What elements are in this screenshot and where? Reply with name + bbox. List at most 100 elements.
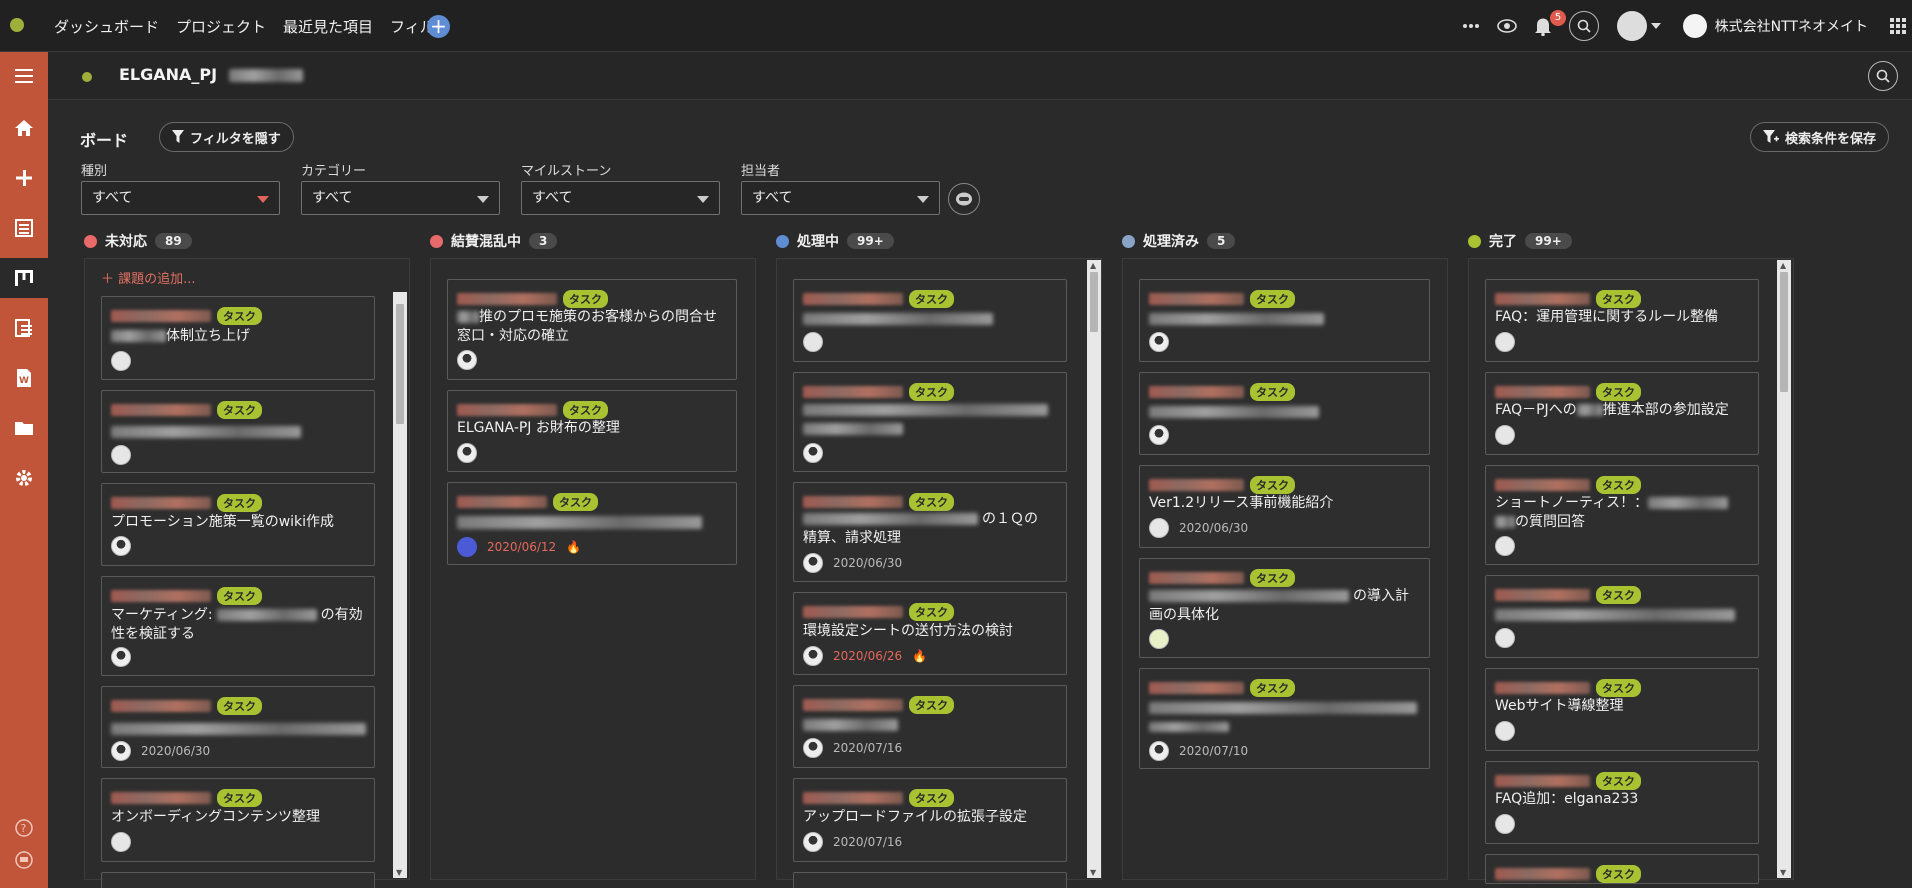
issue-card[interactable]: タスク の導入計 画の具体化	[1139, 558, 1430, 658]
issue-title: 体制立ち上げ	[166, 328, 250, 344]
filter-milestone-select[interactable]: すべて	[521, 181, 720, 215]
watch-eye-icon[interactable]	[1495, 0, 1519, 52]
settings-gear-icon[interactable]	[0, 458, 48, 498]
nav-dashboard[interactable]: ダッシュボード	[54, 16, 159, 37]
status-dot	[1468, 234, 1481, 248]
hide-filter-button[interactable]: フィルタを隠す	[159, 122, 294, 152]
due-date: 2020/07/16	[833, 835, 903, 849]
issue-card[interactable]: タスク	[793, 279, 1067, 362]
home-icon[interactable]	[0, 108, 48, 148]
feedback-icon[interactable]	[0, 840, 48, 880]
issue-list-icon[interactable]	[0, 208, 48, 248]
assignee-avatar	[803, 738, 823, 758]
wiki-icon[interactable]: W	[0, 358, 48, 398]
chevron-down-icon	[1651, 23, 1661, 29]
sidebar: W ?	[0, 52, 48, 888]
assignee-avatar	[111, 741, 131, 761]
save-search-button[interactable]: 検索条件を保存	[1750, 122, 1890, 152]
issue-card[interactable]: タスク	[1139, 372, 1430, 455]
filter-assignee-label: 担当者	[741, 164, 781, 179]
column-header-custom: 結賛混乱中 3	[430, 229, 558, 253]
gantt-icon[interactable]	[0, 308, 48, 348]
files-icon[interactable]	[0, 408, 48, 448]
assignee-avatar	[803, 553, 823, 573]
issue-card[interactable]: タスク Ver1.2リリース事前機能紹介 2020/06/30	[1139, 465, 1430, 548]
chevron-down-icon	[477, 196, 489, 203]
filter-icon	[172, 130, 184, 143]
apps-grid-icon[interactable]	[1890, 18, 1906, 34]
issue-card[interactable]: タスク ショートノーティス！： の質問回答	[1485, 465, 1759, 565]
issue-card[interactable]: タスク FAQ追加：elgana233	[1485, 761, 1759, 844]
filter-plus-icon	[1763, 130, 1779, 143]
issue-card[interactable]: タスク 2020/07/16	[793, 685, 1067, 768]
overdue-fire-icon: 🔥	[566, 540, 582, 554]
assignee-avatar	[1149, 425, 1169, 445]
issue-card[interactable]: タスク FAQ：運用管理に関するルール整備	[1485, 279, 1759, 362]
issue-card[interactable]: タスク 2020/06/12 🔥	[447, 482, 737, 565]
issue-card[interactable]: タスク オンボーディングコンテンツ整理	[101, 778, 375, 862]
project-header: ELGANA_PJ	[48, 52, 1912, 100]
column-in-progress-scrollbar[interactable]: ▲ ▼	[1087, 260, 1101, 878]
issue-card[interactable]: タスク	[101, 390, 375, 473]
issue-card[interactable]	[101, 872, 375, 888]
filter-category-label: カテゴリー	[301, 164, 367, 179]
column-open-scrollbar[interactable]: ▼	[393, 292, 407, 878]
issue-card[interactable]: タスク FAQ－PJへの 推進本部の参加設定	[1485, 372, 1759, 455]
issue-card[interactable]: タスク 体制立ち上げ	[101, 296, 375, 380]
issue-title: オンボーディングコンテンツ整理	[111, 809, 321, 825]
add-issue-link[interactable]: ＋ 課題の追加...	[101, 268, 196, 287]
project-search-button[interactable]	[1868, 61, 1898, 91]
org-switcher[interactable]: 株式会社NTTネオメイト	[1682, 0, 1868, 52]
due-date: 2020/06/12	[487, 540, 557, 554]
menu-icon[interactable]	[0, 56, 48, 96]
issue-card[interactable]: タスク 2020/07/10	[1139, 668, 1430, 769]
issue-card[interactable]: タスク	[1139, 279, 1430, 362]
issue-card[interactable]: タスク	[793, 372, 1067, 472]
assignee-avatar	[1495, 332, 1515, 352]
notification-badge: 5	[1550, 10, 1566, 26]
nav-project[interactable]: プロジェクト	[176, 16, 266, 37]
issue-card[interactable]: タスク ELGANA-PJ お財布の整理	[447, 390, 737, 472]
issue-card[interactable]: タスク 環境設定シートの送付方法の検討 2020/06/26 🔥	[793, 592, 1067, 675]
nav-recent[interactable]: 最近見た項目	[283, 16, 373, 37]
issue-card[interactable]	[793, 872, 1067, 888]
due-date: 2020/06/26	[833, 649, 903, 663]
column-closed-scrollbar[interactable]: ▲ ▼	[1777, 260, 1791, 878]
board-icon[interactable]	[0, 258, 48, 298]
assignee-avatar	[1495, 425, 1515, 445]
assignee-avatar	[803, 832, 823, 852]
issue-card[interactable]: タスク プロモーション施策一覧のwiki作成	[101, 483, 375, 566]
issue-card[interactable]: タスク Webサイト導線整理	[1485, 668, 1759, 751]
svg-text:W: W	[19, 376, 29, 386]
assignee-avatar	[457, 537, 477, 557]
assignee-avatar	[1495, 536, 1515, 556]
status-dot	[84, 234, 97, 248]
assignee-avatar	[1149, 629, 1169, 649]
issue-card[interactable]: タスク の１Ｑの 精算、請求処理 2020/06/30	[793, 482, 1067, 582]
global-search-button[interactable]	[1568, 0, 1600, 52]
project-icon	[82, 72, 92, 82]
filter-category-select[interactable]: すべて	[301, 181, 500, 215]
issue-card[interactable]: タスク	[1485, 854, 1759, 884]
issue-card[interactable]: タスク マーケティング: の有効性を検証する	[101, 576, 375, 676]
app-logo[interactable]	[10, 18, 24, 32]
assignee-me-icon[interactable]	[948, 183, 980, 215]
top-nav: ダッシュボード プロジェクト 最近見た項目 フィルタ	[54, 0, 450, 52]
issue-type-tag: タスク	[217, 307, 262, 325]
filter-type-select[interactable]: すべて	[81, 181, 280, 215]
issue-card[interactable]: タスク アップロードファイルの拡張子設定 2020/07/16	[793, 778, 1067, 862]
filter-assignee-select[interactable]: すべて	[741, 181, 940, 215]
more-icon[interactable]	[1460, 0, 1482, 52]
notification-bell[interactable]: 5	[1530, 0, 1566, 52]
issue-card[interactable]: タスク 2020/06/30	[101, 686, 375, 768]
user-menu[interactable]	[1612, 0, 1666, 52]
org-name: 株式会社NTTネオメイト	[1714, 19, 1868, 35]
issue-title: アップロードファイルの拡張子設定	[803, 809, 1027, 825]
issue-card[interactable]: タスク	[1485, 575, 1759, 658]
quick-add-button[interactable]: +	[427, 15, 450, 38]
project-name[interactable]: ELGANA_PJ	[119, 65, 303, 84]
add-issue-icon[interactable]	[0, 158, 48, 198]
issue-title: プロモーション施策一覧のwiki作成	[111, 514, 335, 530]
assignee-avatar	[111, 647, 131, 667]
issue-card[interactable]: タスク 推のプロモ施策のお客様からの問合せ窓口・対応の確立	[447, 279, 737, 380]
